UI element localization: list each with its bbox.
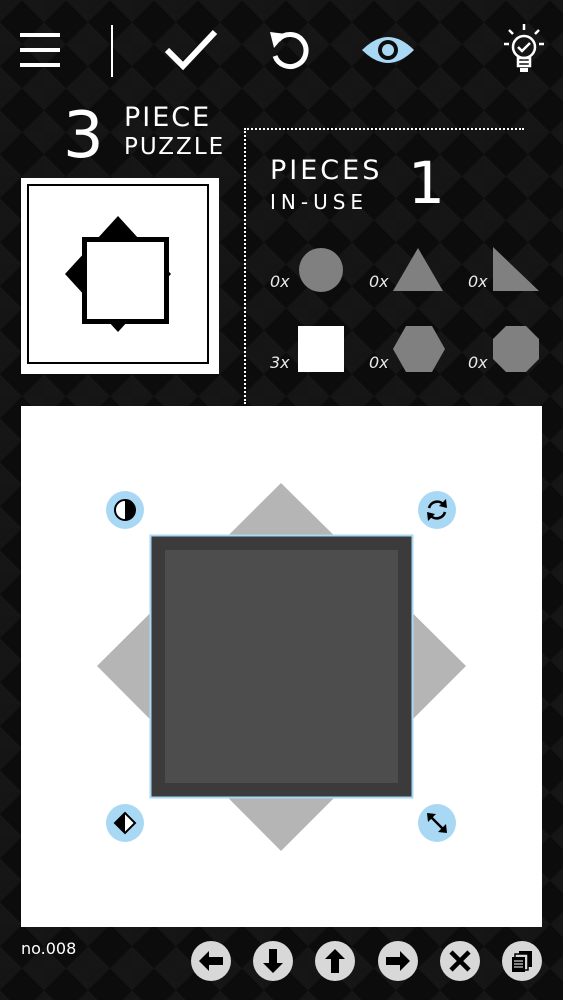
- submit-button[interactable]: [163, 22, 219, 78]
- dotted-separator-vertical: [244, 128, 246, 404]
- play-board[interactable]: [21, 406, 542, 927]
- inventory-hexagon[interactable]: [392, 325, 446, 373]
- arrow-left-icon: [199, 951, 223, 971]
- move-right-button[interactable]: [378, 941, 418, 981]
- hint-button[interactable]: [496, 22, 552, 78]
- inventory-right-triangle-count: 0x: [468, 272, 488, 291]
- inventory-triangle[interactable]: [392, 246, 444, 292]
- inventory-right-triangle[interactable]: [492, 246, 540, 292]
- inventory-triangle-count: 0x: [369, 272, 389, 291]
- menu-icon: [20, 33, 60, 67]
- piece-count-number: 3: [63, 99, 104, 173]
- color-toggle-handle[interactable]: [106, 491, 144, 529]
- inventory-octagon-count: 0x: [468, 353, 488, 372]
- hexagon-piece-icon: [393, 326, 445, 372]
- title-piece: PIECE: [124, 102, 212, 133]
- resize-icon: [427, 813, 447, 833]
- inventory-circle[interactable]: [297, 247, 345, 293]
- inventory-octagon[interactable]: [492, 325, 540, 373]
- inventory-square-count: 3x: [270, 353, 290, 372]
- target-shape: [65, 216, 171, 332]
- undo-icon: [270, 32, 309, 70]
- layer-order-button[interactable]: [502, 941, 542, 981]
- lightbulb-icon: [504, 24, 544, 72]
- in-use-label: IN-USE: [270, 190, 369, 214]
- inventory-square[interactable]: [298, 326, 344, 372]
- close-icon: [449, 950, 471, 972]
- flip-handle[interactable]: [106, 804, 144, 842]
- flip-icon: [113, 811, 137, 835]
- rotate-handle[interactable]: [418, 491, 456, 529]
- resize-handle[interactable]: [418, 804, 456, 842]
- square-piece-icon: [298, 326, 344, 372]
- circle-piece-icon: [299, 248, 343, 292]
- selected-square-inner: [165, 550, 398, 783]
- arrow-up-icon: [325, 949, 345, 973]
- target-preview: [21, 178, 219, 374]
- octagon-piece-icon: [493, 326, 539, 372]
- inventory-hexagon-count: 0x: [369, 353, 389, 372]
- menu-button[interactable]: [12, 22, 68, 78]
- triangle-piece-icon: [393, 248, 443, 291]
- delete-piece-button[interactable]: [440, 941, 480, 981]
- eye-icon: [362, 37, 414, 63]
- stack-icon: [512, 951, 532, 972]
- move-left-button[interactable]: [191, 941, 231, 981]
- board-pieces: [97, 483, 466, 851]
- rotate-icon: [427, 499, 447, 521]
- check-icon: [164, 29, 218, 71]
- move-up-button[interactable]: [315, 941, 355, 981]
- inventory-circle-count: 0x: [270, 272, 290, 291]
- undo-button[interactable]: [262, 22, 318, 78]
- half-circle-icon: [114, 499, 136, 521]
- preview-button[interactable]: [360, 22, 416, 78]
- toolbar-divider: [111, 25, 113, 77]
- title-puzzle: PUZZLE: [124, 134, 226, 160]
- right-triangle-piece-icon: [493, 247, 539, 291]
- arrow-right-icon: [386, 951, 410, 971]
- arrow-down-icon: [263, 949, 283, 973]
- dotted-separator-horizontal: [244, 128, 524, 130]
- pieces-in-use-count: 1: [408, 149, 445, 217]
- move-down-button[interactable]: [253, 941, 293, 981]
- pieces-label: PIECES: [270, 155, 383, 186]
- level-number: no.008: [21, 939, 77, 958]
